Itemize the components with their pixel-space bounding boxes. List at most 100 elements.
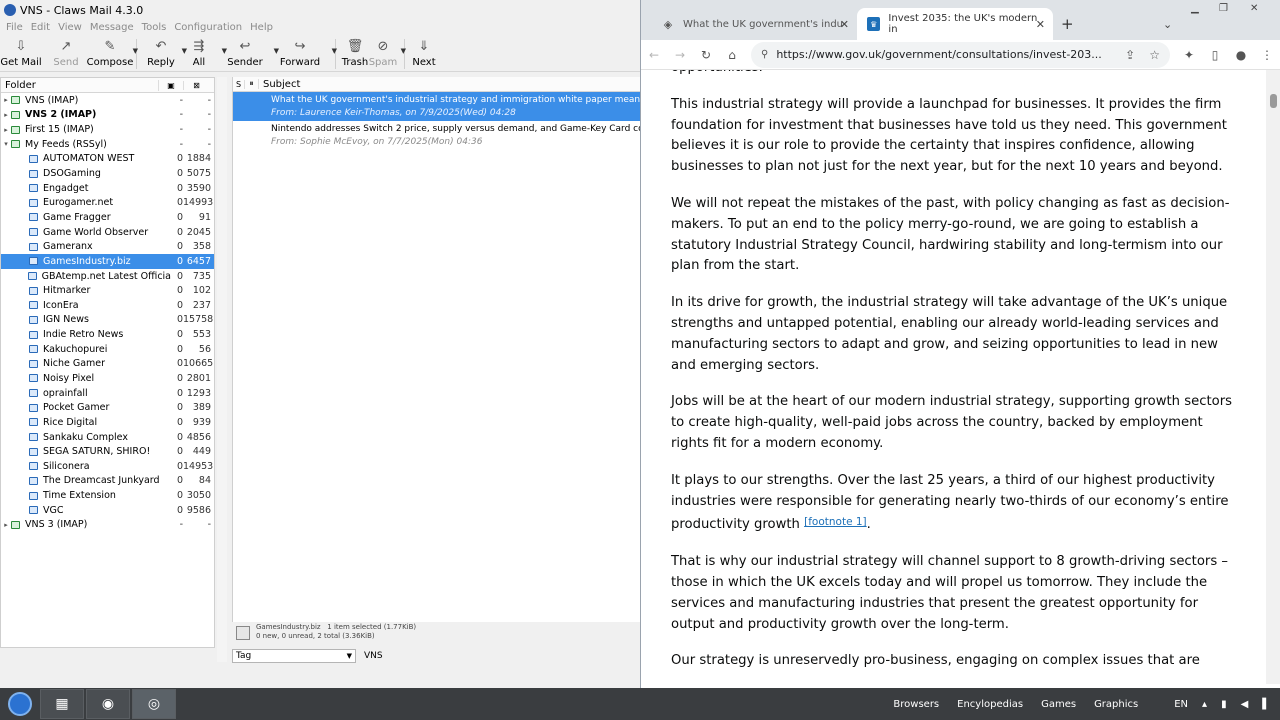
folder-row[interactable]: AUTOMATON WEST 0 1884 [1,152,214,167]
expander-icon[interactable]: ▾ [1,140,11,148]
quicklink-browsers[interactable]: Browsers [893,699,939,710]
home-icon[interactable]: ⌂ [719,48,745,62]
message-row[interactable]: What the UK government's industrial stra… [233,92,640,121]
folder-row[interactable]: Rice Digital 0 939 [1,415,214,430]
site-info-icon[interactable]: ⚲ [761,49,768,60]
new-tab-icon[interactable]: + [1061,15,1074,33]
menu-view[interactable]: View [54,22,86,33]
tray-expand-icon[interactable]: ▴ [1202,699,1207,710]
folder-row[interactable]: Sankaku Complex 0 4856 [1,430,214,445]
tag-select[interactable]: Tag ▼ [232,649,356,663]
folder-row[interactable]: Engadget 0 3590 [1,181,214,196]
page-scrollbar[interactable] [1266,70,1280,684]
close-tab-icon[interactable]: ✕ [840,18,849,31]
expander-icon[interactable]: ▸ [1,111,11,119]
folder-row[interactable]: ▾ My Feeds (RSSyl) - - [1,137,214,152]
taskbar-app-chrome[interactable]: ◎ [132,689,176,719]
folder-row[interactable]: IconEra 0 237 [1,298,214,313]
folder-row[interactable]: Hitmarker 0 102 [1,283,214,298]
folder-row[interactable]: Game Fragger 0 91 [1,210,214,225]
expander-icon[interactable]: ▸ [1,96,11,104]
page-scrollbar-thumb[interactable] [1270,94,1277,108]
send-button[interactable]: ↗ Send [42,37,90,71]
show-desktop-icon[interactable]: ▌ [1262,699,1270,710]
forward-button[interactable]: ↪ Forward ▼ [271,37,337,71]
volume-icon[interactable]: ◀ [1241,699,1249,710]
subject-column-header[interactable]: Subject [259,79,300,90]
unread-column-icon[interactable]: ▣ [159,80,184,90]
folder-row[interactable]: Kakuchopurei 0 56 [1,342,214,357]
folder-row[interactable]: Indie Retro News 0 553 [1,327,214,342]
folder-row[interactable]: oprainfall 0 1293 [1,386,214,401]
spam-button[interactable]: ⊘ Spam ▼ [368,37,406,71]
menu-tools[interactable]: Tools [138,22,171,33]
restore-icon[interactable]: ❐ [1219,3,1228,14]
menu-file[interactable]: File [2,22,27,33]
bookmark-star-icon[interactable]: ☆ [1149,48,1160,62]
folder-row[interactable]: Time Extension 0 3050 [1,488,214,503]
folder-row[interactable]: ▸ VNS (IMAP) - - [1,93,214,108]
side-panel-icon[interactable]: ▯ [1202,48,1228,62]
trash-button[interactable]: 🗑 Trash [342,37,368,71]
quicklink-encyclopedias[interactable]: Encylopedias [957,699,1023,710]
folder-row[interactable]: DSOGaming 0 5075 [1,166,214,181]
expander-icon[interactable]: ▸ [1,521,11,529]
menu-message[interactable]: Message [86,22,138,33]
folder-pane-splitter[interactable] [217,77,227,662]
reply-button[interactable]: ↶ Reply ▼ [143,37,187,71]
reply-sender-button[interactable]: ↩ Sender ▼ [219,37,279,71]
get-mail-button[interactable]: ⇩ Get Mail [0,37,42,71]
tab-invest-2035[interactable]: ♛ Invest 2035: the UK's modern in ✕ [857,8,1053,40]
folder-column-header[interactable]: Folder [1,79,159,91]
folder-row[interactable]: VGC 0 9586 [1,503,214,518]
folder-row[interactable]: Siliconera 0 14953 [1,459,214,474]
message-row[interactable]: Nintendo addresses Switch 2 price, suppl… [233,121,640,150]
taskbar-app-file-manager[interactable]: ▦ [40,689,84,719]
address-bar[interactable]: ⚲ https://www.gov.uk/government/consulta… [751,41,1170,68]
network-icon[interactable]: ▮ [1221,699,1227,710]
folder-row[interactable]: Gameranx 0 358 [1,239,214,254]
language-indicator[interactable]: EN [1174,699,1188,710]
status-column-header[interactable]: S [233,79,245,89]
folder-row[interactable]: ▸ VNS 2 (IMAP) - - [1,108,214,123]
forward-dropdown-icon[interactable]: ▼ [332,47,337,55]
close-tab-icon[interactable]: ✕ [1036,18,1045,31]
tag-filter-value[interactable]: VNS [364,651,383,661]
reload-icon[interactable]: ↻ [693,48,719,62]
search-toggle-icon[interactable] [236,626,250,640]
folder-row[interactable]: IGN News 0 15758 [1,313,214,328]
attachment-column-icon[interactable]: ⏸ [245,79,259,89]
folder-row[interactable]: The Dreamcast Junkyard 0 84 [1,474,214,489]
quicklink-games[interactable]: Games [1041,699,1076,710]
menu-edit[interactable]: Edit [27,22,54,33]
expander-icon[interactable]: ▸ [1,126,11,134]
folder-row[interactable]: ▸ VNS 3 (IMAP) - - [1,518,214,533]
reply-all-button[interactable]: ⇶ All ▼ [179,37,227,71]
spam-dropdown-icon[interactable]: ▼ [401,47,406,55]
footnote-link[interactable]: [footnote 1] [804,516,867,528]
folder-row[interactable]: Noisy Pixel 0 2801 [1,371,214,386]
profile-avatar-icon[interactable]: ● [1228,48,1254,62]
menu-help[interactable]: Help [246,22,277,33]
folder-row[interactable]: GBAtemp.net Latest Officia 0 735 [1,269,214,284]
quicklink-graphics[interactable]: Graphics [1094,699,1138,710]
compose-dropdown-icon[interactable]: ▼ [133,47,138,55]
folder-row[interactable]: ▸ First 15 (IMAP) - - [1,122,214,137]
total-column-icon[interactable]: ⊠ [184,81,209,90]
back-icon[interactable]: ← [641,48,667,62]
taskbar-app-claws-mail[interactable]: ◉ [86,689,130,719]
forward-arrow-icon[interactable]: → [667,48,693,62]
folder-row[interactable]: Niche Gamer 0 10665 [1,357,214,372]
minimize-icon[interactable]: ▁ [1191,3,1199,14]
browser-menu-icon[interactable]: ⋮ [1254,48,1280,62]
compose-button[interactable]: ✎ Compose ▼ [87,37,138,71]
share-icon[interactable]: ⇪ [1125,48,1135,62]
tab-search-icon[interactable]: ⌄ [1163,18,1172,31]
folder-row[interactable]: Pocket Gamer 0 389 [1,400,214,415]
window-close-icon[interactable]: ✕ [1250,3,1258,14]
folder-row[interactable]: SEGA SATURN, SHIRO! 0 449 [1,444,214,459]
menu-configuration[interactable]: Configuration [170,22,246,33]
folder-row[interactable]: Game World Observer 0 2045 [1,225,214,240]
folder-row[interactable]: GamesIndustry.biz 0 6457 [1,254,214,269]
start-button[interactable] [0,688,40,720]
